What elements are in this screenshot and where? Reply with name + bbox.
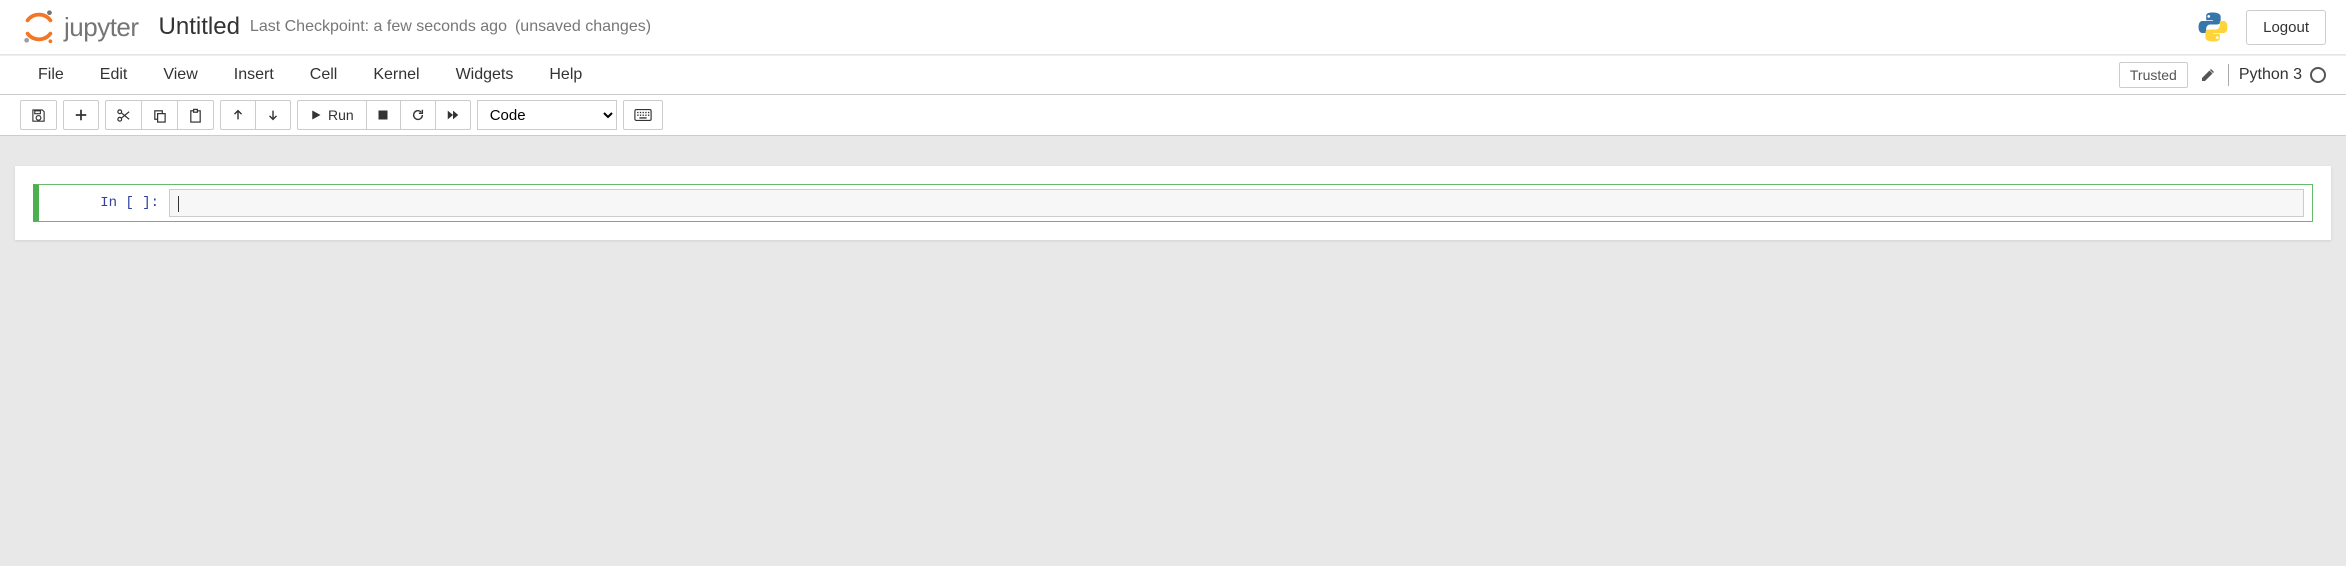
- scissors-icon: [116, 108, 131, 123]
- kernel-logo-icon: [2196, 10, 2230, 44]
- arrow-down-icon: [266, 108, 280, 122]
- cut-button[interactable]: [105, 100, 142, 130]
- unsaved-changes-text: (unsaved changes): [515, 18, 651, 36]
- command-palette-button[interactable]: [623, 100, 663, 130]
- insert-cell-button[interactable]: [63, 100, 99, 130]
- kernel-idle-indicator-icon: [2310, 67, 2326, 83]
- restart-icon: [411, 108, 425, 122]
- restart-button[interactable]: [401, 100, 436, 130]
- stop-icon: [377, 109, 389, 121]
- header-bar: jupyter Untitled Last Checkpoint: a few …: [0, 0, 2346, 55]
- kernel-divider: [2228, 64, 2229, 86]
- jupyter-logo-icon: [20, 8, 58, 46]
- trusted-button[interactable]: Trusted: [2119, 62, 2188, 88]
- logout-button[interactable]: Logout: [2246, 10, 2326, 45]
- code-input[interactable]: [169, 189, 2304, 217]
- run-button[interactable]: Run: [297, 100, 367, 130]
- menu-kernel[interactable]: Kernel: [355, 58, 437, 92]
- move-up-button[interactable]: [220, 100, 256, 130]
- paste-icon: [188, 108, 203, 123]
- cell-type-select[interactable]: Code: [477, 100, 617, 130]
- menu-edit[interactable]: Edit: [82, 58, 146, 92]
- menu-cell[interactable]: Cell: [292, 58, 356, 92]
- jupyter-logo[interactable]: jupyter: [20, 8, 139, 46]
- notebook-container: In [ ]:: [15, 166, 2331, 240]
- play-icon: [310, 109, 322, 121]
- menu-file[interactable]: File: [20, 58, 82, 92]
- copy-button[interactable]: [142, 100, 178, 130]
- plus-icon: [74, 108, 88, 122]
- text-cursor: [178, 196, 179, 212]
- restart-run-all-button[interactable]: [436, 100, 471, 130]
- code-cell[interactable]: In [ ]:: [33, 184, 2313, 222]
- notebook-area: In [ ]:: [0, 136, 2346, 270]
- copy-icon: [152, 108, 167, 123]
- toolbar: Run Code: [0, 95, 2346, 136]
- keyboard-icon: [634, 108, 652, 122]
- interrupt-button[interactable]: [367, 100, 401, 130]
- run-button-label: Run: [328, 107, 354, 123]
- save-icon: [31, 108, 46, 123]
- jupyter-logo-text: jupyter: [64, 12, 139, 43]
- paste-button[interactable]: [178, 100, 214, 130]
- menu-help[interactable]: Help: [531, 58, 600, 92]
- menu-widgets[interactable]: Widgets: [438, 58, 532, 92]
- input-prompt: In [ ]:: [39, 189, 169, 217]
- move-down-button[interactable]: [256, 100, 291, 130]
- checkpoint-text: Last Checkpoint: a few seconds ago: [250, 18, 507, 36]
- fast-forward-icon: [446, 108, 460, 122]
- kernel-name[interactable]: Python 3: [2239, 66, 2302, 84]
- menu-bar: File Edit View Insert Cell Kernel Widget…: [0, 55, 2346, 95]
- notebook-title[interactable]: Untitled: [159, 13, 240, 41]
- menu-insert[interactable]: Insert: [216, 58, 292, 92]
- pencil-icon[interactable]: [2200, 67, 2216, 83]
- menu-view[interactable]: View: [145, 58, 215, 92]
- save-button[interactable]: [20, 100, 57, 130]
- arrow-up-icon: [231, 108, 245, 122]
